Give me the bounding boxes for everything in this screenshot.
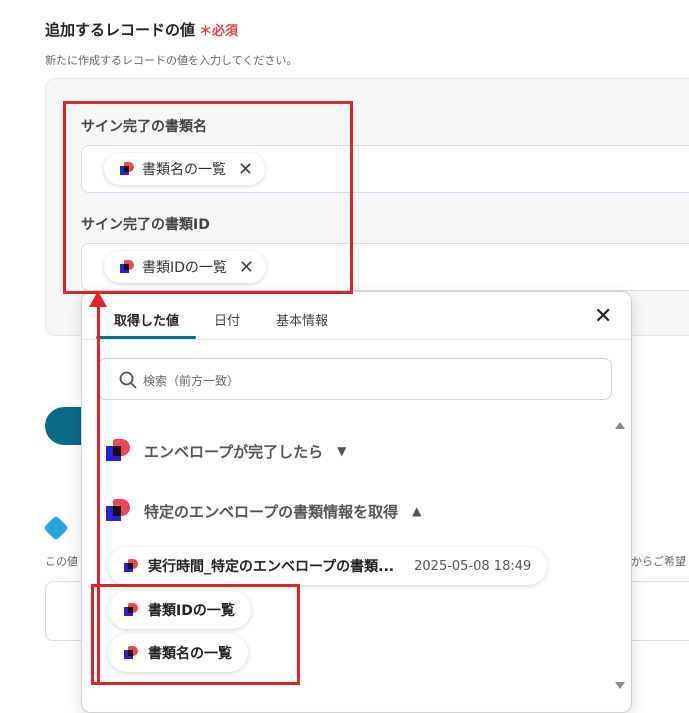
- info-icon: [43, 515, 69, 541]
- background-text-right: からご希望: [631, 555, 686, 568]
- search-icon: [119, 371, 137, 389]
- highlight-box-fields: [63, 101, 353, 294]
- highlight-box-items: [91, 584, 300, 685]
- item-value: 2025-05-08 18:49: [414, 558, 532, 574]
- section-title-text: 追加するレコードの値: [45, 21, 196, 39]
- search-placeholder: 検索（前方一致）: [143, 374, 240, 388]
- tab-acquired-values[interactable]: 取得した値: [114, 310, 179, 329]
- tab-divider: [82, 339, 631, 340]
- required-badge: ＊必須: [199, 24, 239, 39]
- annotation-arrow-head: [89, 291, 107, 307]
- tab-date[interactable]: 日付: [214, 310, 240, 329]
- group-envelope-completed[interactable]: エンベロープが完了したら ▼: [106, 439, 346, 463]
- section-description: 新たに作成するレコードの値を入力してください。: [45, 54, 298, 67]
- group-label: 特定のエンベロープの書類情報を取得: [144, 502, 399, 521]
- item-label: 実行時間_特定のエンベロープの書類...: [148, 559, 395, 575]
- background-text-left: この値: [45, 555, 78, 568]
- section-title: 追加するレコードの値 ＊必須: [45, 19, 238, 40]
- list-item[interactable]: 実行時間_特定のエンベロープの書類... 2025-05-08 18:49: [108, 547, 548, 585]
- chevron-down-icon: ▼: [337, 444, 347, 458]
- app-logo-icon: [124, 559, 138, 573]
- search-input[interactable]: 検索（前方一致）: [98, 358, 612, 400]
- app-logo-icon: [106, 439, 130, 463]
- scroll-up-arrow[interactable]: [615, 422, 625, 429]
- close-icon[interactable]: ✕: [594, 306, 612, 328]
- tab-basic-info[interactable]: 基本情報: [276, 310, 328, 329]
- group-get-document-info[interactable]: 特定のエンベロープの書類情報を取得 ▲: [106, 499, 421, 523]
- chevron-up-icon: ▲: [412, 504, 422, 518]
- scroll-down-arrow[interactable]: [615, 682, 625, 689]
- app-logo-icon: [106, 499, 130, 523]
- group-label: エンベロープが完了したら: [144, 442, 324, 461]
- annotation-arrow-line: [97, 305, 100, 685]
